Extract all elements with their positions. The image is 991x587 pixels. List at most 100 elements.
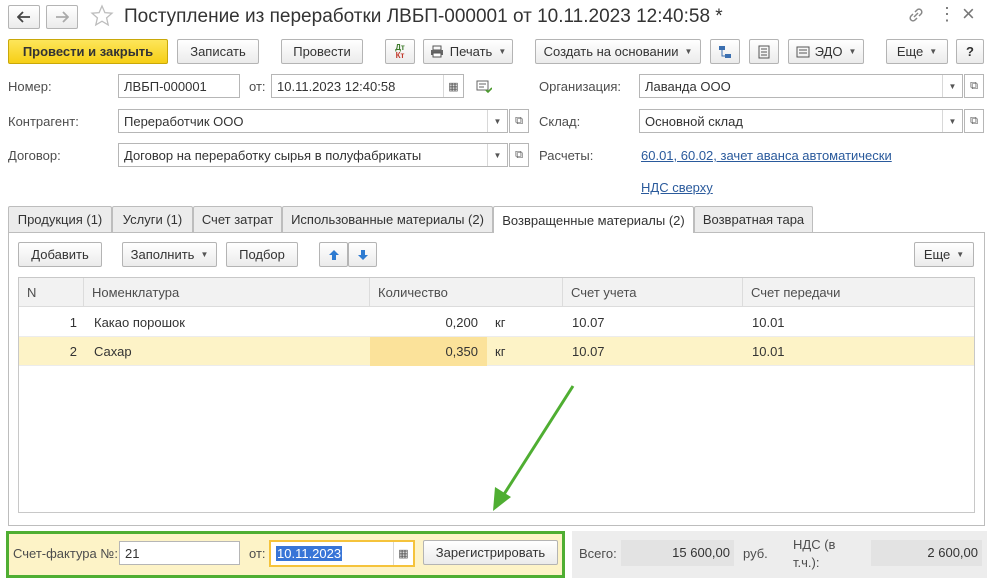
invoice-number-label: Счет-фактура №: (13, 546, 118, 561)
printer-icon (430, 45, 443, 58)
contract-label: Договор: (8, 148, 61, 163)
counterparty-label: Контрагент: (8, 114, 79, 129)
post-button[interactable]: Провести (281, 39, 363, 64)
calendar-icon[interactable]: ▦ (443, 75, 463, 97)
dtkt-icon: Дт Кт (395, 42, 405, 60)
chevron-down-icon: ▼ (200, 250, 209, 259)
row-transfer-account: 10.01 (752, 315, 785, 330)
save-button[interactable]: Записать (177, 39, 259, 64)
warehouse-label: Склад: (539, 114, 581, 129)
chevron-down-icon: ▼ (684, 47, 693, 56)
more-button[interactable]: Еще ▼ (886, 39, 948, 64)
arrow-down-icon (357, 249, 368, 260)
settlements-link[interactable]: 60.01, 60.02, зачет аванса автоматически (641, 148, 892, 163)
more-actions-icon[interactable]: ⋮ (938, 4, 956, 25)
edo-icon (796, 46, 810, 57)
total-value: 15 600,00 (621, 540, 734, 566)
currency-label: руб. (743, 546, 768, 561)
organization-open-icon[interactable]: ⧉ (964, 74, 984, 98)
vat-value: 2 600,00 (871, 540, 982, 566)
contract-open-icon[interactable]: ⧉ (509, 143, 529, 167)
warehouse-field[interactable]: Основной склад ▼ (639, 109, 963, 133)
invoice-date-field[interactable]: 10.11.2023 ▦ (269, 540, 415, 567)
warehouse-open-icon[interactable]: ⧉ (964, 109, 984, 133)
chevron-down-icon[interactable]: ▼ (942, 75, 962, 97)
chevron-down-icon: ▼ (956, 250, 965, 259)
settlements-label: Расчеты: (539, 148, 594, 163)
arrow-right-icon (56, 11, 69, 23)
chevron-down-icon[interactable]: ▼ (487, 110, 507, 132)
register-invoice-button[interactable]: Зарегистрировать (423, 540, 558, 565)
tab-returned-materials[interactable]: Возвращенные материалы (2) (493, 206, 694, 233)
vat-label-line1: НДС (в (793, 537, 836, 552)
create-based-on-button[interactable]: Создать на основании ▼ (535, 39, 701, 64)
chevron-down-icon[interactable]: ▼ (942, 110, 962, 132)
journal-button[interactable] (749, 39, 779, 64)
close-icon[interactable]: × (962, 1, 975, 27)
tab-cost-account[interactable]: Счет затрат (193, 206, 282, 232)
organization-field[interactable]: Лаванда ООО ▼ (639, 74, 963, 98)
column-account[interactable]: Счет учета (563, 278, 743, 307)
row-quantity: 0,350 (445, 344, 478, 359)
tab-services[interactable]: Услуги (1) (112, 206, 193, 232)
favorite-star-icon[interactable] (90, 4, 116, 30)
row-quantity: 0,200 (445, 315, 478, 330)
move-down-button[interactable] (348, 242, 377, 267)
row-item: Сахар (94, 344, 132, 359)
tab-products[interactable]: Продукция (1) (8, 206, 112, 232)
vat-label-line2: т.ч.): (793, 555, 820, 570)
row-number: 1 (69, 315, 77, 330)
contract-field[interactable]: Договор на переработку сырья в полуфабри… (118, 143, 508, 167)
tab-returnable-packaging[interactable]: Возвратная тара (694, 206, 813, 232)
date-label: от: (249, 79, 266, 94)
calendar-icon[interactable]: ▦ (393, 542, 413, 565)
select-button[interactable]: Подбор (226, 242, 298, 267)
row-number: 2 (69, 344, 77, 359)
help-button[interactable]: ? (956, 39, 984, 64)
number-label: Номер: (8, 79, 52, 94)
chevron-down-icon: ▼ (929, 47, 938, 56)
table-more-button[interactable]: Еще ▼ (914, 242, 974, 267)
total-label: Всего: (579, 546, 617, 561)
link-icon[interactable] (907, 6, 927, 26)
forward-button[interactable] (46, 5, 78, 29)
organization-label: Организация: (539, 79, 622, 94)
row-item: Какао порошок (94, 315, 185, 330)
column-n[interactable]: N (19, 278, 84, 307)
window-title: Поступление из переработки ЛВБП-000001 о… (124, 6, 723, 27)
post-and-close-button[interactable]: Провести и закрыть (8, 39, 168, 64)
annotation-arrow-icon (493, 385, 575, 511)
fill-date-icon[interactable] (476, 80, 493, 97)
chevron-down-icon: ▼ (498, 47, 507, 56)
row-unit: кг (495, 344, 506, 359)
edo-button[interactable]: ЭДО ▼ (788, 39, 864, 64)
date-field[interactable]: 10.11.2023 12:40:58 ▦ (271, 74, 464, 98)
move-up-button[interactable] (319, 242, 348, 267)
arrow-up-icon (328, 249, 339, 260)
arrow-left-icon (17, 11, 30, 23)
column-nomenclature[interactable]: Номенклатура (84, 278, 370, 307)
row-account: 10.07 (572, 315, 605, 330)
hierarchy-icon (719, 45, 731, 58)
dtkt-button[interactable]: Дт Кт (385, 39, 415, 64)
chevron-down-icon: ▼ (848, 47, 857, 56)
number-field[interactable]: ЛВБП-000001 (118, 74, 240, 98)
invoice-date-label: от: (249, 546, 266, 561)
fill-button[interactable]: Заполнить ▼ (122, 242, 217, 267)
column-transfer-account[interactable]: Счет передачи (743, 278, 974, 307)
chevron-down-icon[interactable]: ▼ (487, 144, 507, 166)
row-account: 10.07 (572, 344, 605, 359)
counterparty-open-icon[interactable]: ⧉ (509, 109, 529, 133)
column-quantity[interactable]: Количество (370, 278, 563, 307)
invoice-number-field[interactable]: 21 (119, 541, 240, 565)
structure-button[interactable] (710, 39, 740, 64)
back-button[interactable] (8, 5, 40, 29)
row-unit: кг (495, 315, 506, 330)
row-transfer-account: 10.01 (752, 344, 785, 359)
print-button[interactable]: Печать ▼ (423, 39, 513, 64)
list-icon (758, 45, 770, 58)
vat-link[interactable]: НДС сверху (641, 180, 713, 195)
add-button[interactable]: Добавить (18, 242, 102, 267)
tab-used-materials[interactable]: Использованные материалы (2) (282, 206, 493, 232)
counterparty-field[interactable]: Переработчик ООО ▼ (118, 109, 508, 133)
